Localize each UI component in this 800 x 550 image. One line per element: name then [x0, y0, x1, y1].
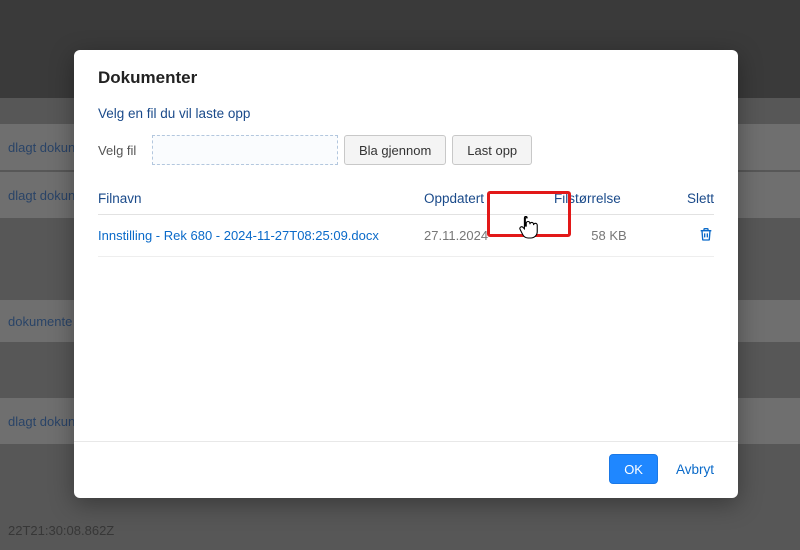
- modal-footer: OK Avbryt: [74, 441, 738, 498]
- upload-row: Velg fil Bla gjennom Last opp: [98, 135, 714, 165]
- col-delete: Slett: [664, 191, 714, 206]
- trash-icon: [698, 225, 714, 246]
- col-size[interactable]: Filstørrelse: [554, 191, 664, 206]
- file-date: 27.11.2024: [424, 228, 554, 243]
- file-size: 58 KB: [554, 228, 664, 243]
- col-name[interactable]: Filnavn: [98, 191, 424, 206]
- cancel-link[interactable]: Avbryt: [676, 462, 714, 477]
- table-header: Filnavn Oppdatert Filstørrelse Slett: [98, 191, 714, 215]
- documents-modal: Dokumenter Velg en fil du vil laste opp …: [74, 50, 738, 498]
- upload-hint: Velg en fil du vil laste opp: [98, 106, 714, 121]
- ok-button[interactable]: OK: [609, 454, 658, 484]
- modal-title: Dokumenter: [98, 68, 714, 88]
- delete-button[interactable]: [664, 225, 714, 246]
- file-input[interactable]: [152, 135, 338, 165]
- file-link[interactable]: Innstilling - Rek 680 - 2024-11-27T08:25…: [98, 227, 424, 245]
- upload-button[interactable]: Last opp: [452, 135, 532, 165]
- browse-button[interactable]: Bla gjennom: [344, 135, 446, 165]
- col-date[interactable]: Oppdatert: [424, 191, 554, 206]
- table-row: Innstilling - Rek 680 - 2024-11-27T08:25…: [98, 215, 714, 257]
- file-label: Velg fil: [98, 143, 146, 158]
